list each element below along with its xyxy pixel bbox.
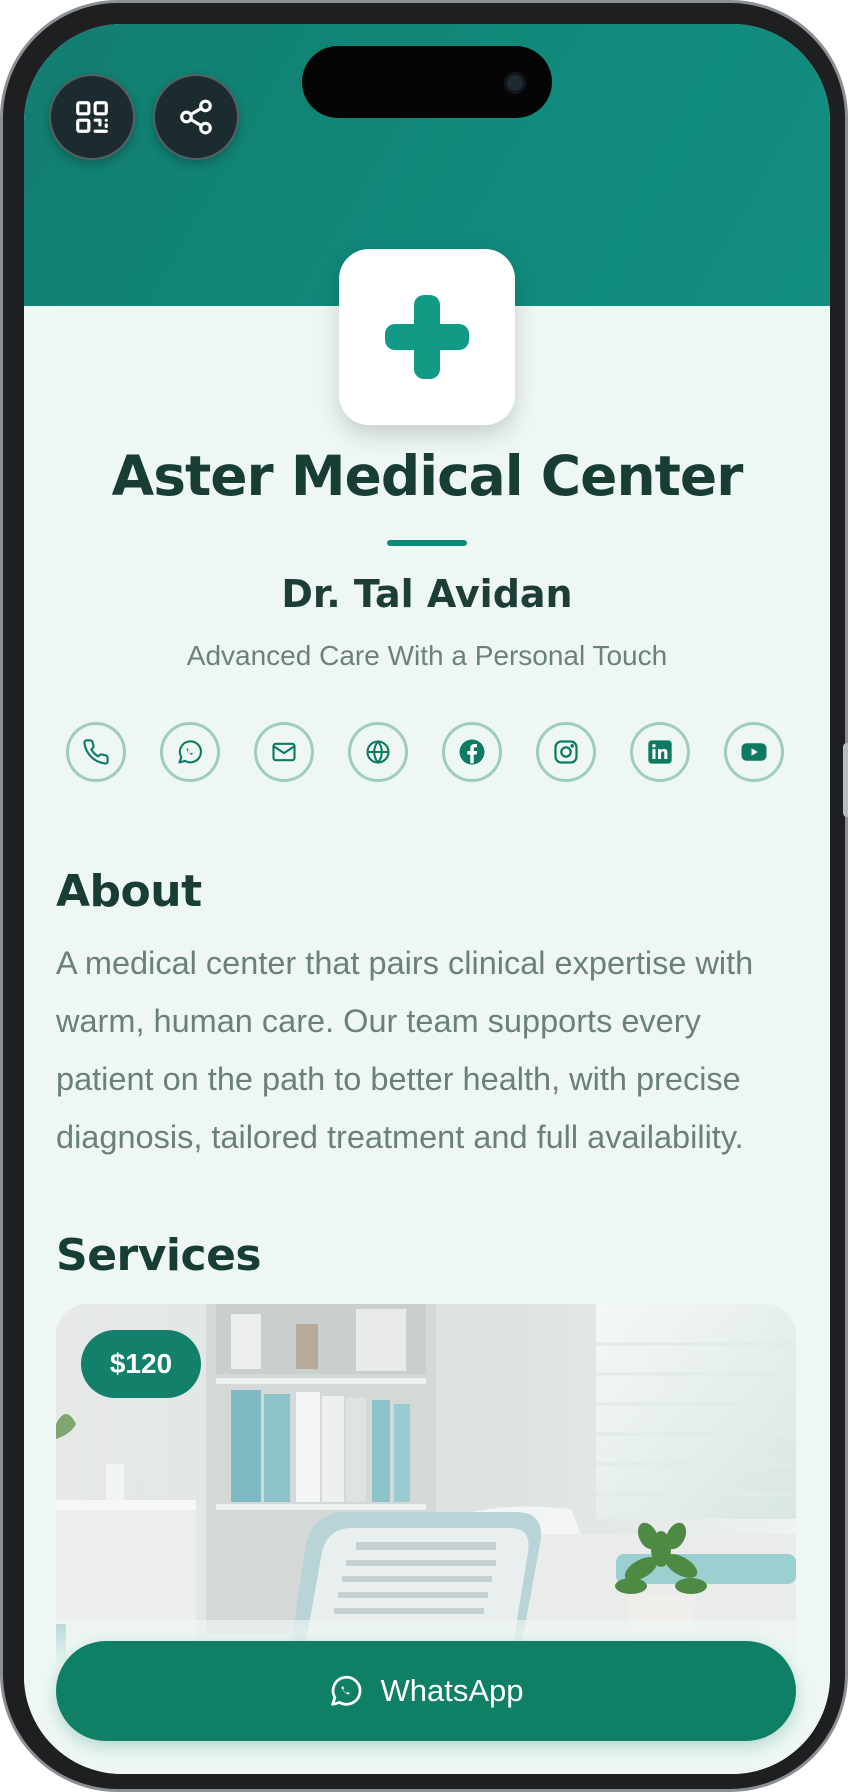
facebook-link[interactable] xyxy=(442,722,502,782)
mail-icon xyxy=(272,742,296,762)
phone-icon xyxy=(83,739,109,765)
youtube-link[interactable] xyxy=(724,722,784,782)
whatsapp-button-label: WhatsApp xyxy=(380,1673,524,1708)
services-heading: Services xyxy=(56,1230,262,1281)
about-heading: About xyxy=(56,866,202,917)
qr-code-icon xyxy=(76,101,108,133)
globe-icon xyxy=(366,740,390,764)
phone-frame: Aster Medical Center Dr. Tal Avidan Adva… xyxy=(0,0,848,1792)
camera-icon xyxy=(504,72,526,94)
qr-code-button[interactable] xyxy=(49,74,135,160)
whatsapp-icon xyxy=(178,740,202,764)
dynamic-island xyxy=(302,46,552,118)
medical-cross-icon xyxy=(385,295,469,379)
owner-name: Dr. Tal Avidan xyxy=(281,572,573,616)
about-text: A medical center that pairs clinical exp… xyxy=(56,945,754,1155)
youtube-icon xyxy=(741,743,767,761)
whatsapp-link[interactable] xyxy=(160,722,220,782)
title-divider xyxy=(387,540,467,546)
linkedin-icon xyxy=(648,740,672,764)
side-button xyxy=(843,743,848,817)
social-links xyxy=(66,722,796,784)
email-link[interactable] xyxy=(254,722,314,782)
screen: Aster Medical Center Dr. Tal Avidan Adva… xyxy=(24,24,830,1774)
price-badge: $120 xyxy=(81,1330,201,1398)
service-card[interactable]: $120 xyxy=(56,1304,796,1664)
linkedin-link[interactable] xyxy=(630,722,690,782)
share-button[interactable] xyxy=(153,74,239,160)
website-link[interactable] xyxy=(348,722,408,782)
whatsapp-icon xyxy=(331,1675,362,1706)
instagram-icon xyxy=(554,740,578,764)
share-icon xyxy=(180,99,212,135)
logo xyxy=(339,249,515,425)
tagline: Advanced Care With a Personal Touch xyxy=(186,640,668,671)
whatsapp-button[interactable]: WhatsApp xyxy=(56,1641,796,1741)
instagram-link[interactable] xyxy=(536,722,596,782)
facebook-icon xyxy=(459,739,485,765)
phone-link[interactable] xyxy=(66,722,126,782)
business-name: Aster Medical Center xyxy=(111,444,744,508)
